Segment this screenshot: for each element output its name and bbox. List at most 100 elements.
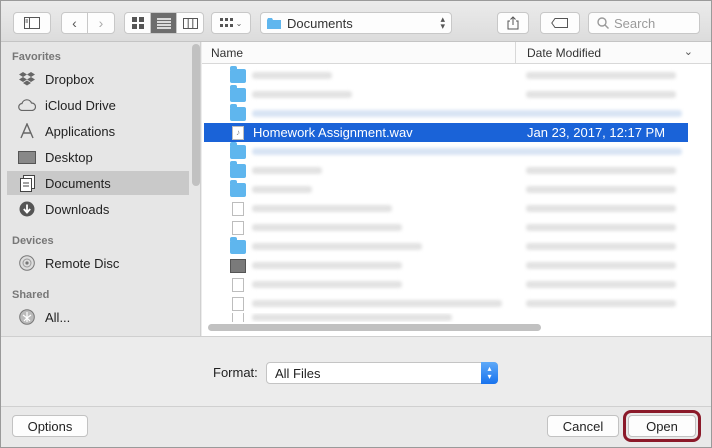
file-date-modified: Jan 23, 2017, 12:17 PM [527, 125, 666, 140]
blurred-date [526, 243, 676, 250]
blurred-date [526, 205, 676, 212]
chevron-down-icon: ⌄ [683, 46, 693, 58]
cloud-icon [18, 96, 36, 114]
file-row[interactable] [204, 179, 688, 199]
file-row[interactable] [204, 84, 688, 104]
document-icon [232, 201, 244, 216]
blurred-date [526, 300, 676, 307]
file-row[interactable] [204, 199, 688, 218]
sidebar: Favorites Dropbox iCloud Drive Applicati… [1, 42, 201, 336]
file-row[interactable] [204, 256, 688, 275]
sidebar-item-label: All... [45, 309, 71, 325]
blurred-filename [252, 205, 392, 212]
file-row[interactable] [204, 275, 688, 294]
blurred-filename [252, 300, 502, 307]
cancel-button[interactable]: Cancel [547, 415, 619, 437]
sidebar-item-documents[interactable]: Documents [7, 171, 189, 195]
columns-icon [182, 17, 198, 29]
file-row[interactable] [204, 141, 688, 161]
sidebar-item-applications[interactable]: Applications [7, 119, 189, 143]
sidebar-item-desktop[interactable]: Desktop [7, 145, 189, 169]
file-row[interactable] [204, 160, 688, 180]
sidebar-heading-devices: Devices [12, 235, 54, 247]
sidebar-item-icloud-drive[interactable]: iCloud Drive [7, 93, 189, 117]
blurred-filename [252, 167, 322, 174]
folder-icon [230, 179, 246, 197]
file-row[interactable] [204, 236, 688, 256]
file-row[interactable] [204, 294, 688, 313]
search-icon [597, 17, 609, 29]
chevron-right-icon: › [98, 15, 104, 31]
search-input[interactable] [614, 15, 694, 31]
share-button[interactable] [497, 12, 529, 34]
icon-view-button[interactable] [125, 13, 151, 33]
arrange-button[interactable]: ⌄ [211, 12, 251, 34]
file-row[interactable] [204, 65, 688, 85]
file-list: Name Date Modified ⌄ ♪ Homework Assignme… [202, 42, 711, 336]
sidebar-icon [24, 17, 40, 29]
file-row[interactable] [204, 218, 688, 237]
location-popup[interactable]: Documents ▴ ▾ [260, 12, 452, 34]
sidebar-item-label: Documents [45, 175, 111, 191]
arrange-grid-icon [219, 18, 233, 27]
folder-icon [230, 65, 246, 83]
applications-icon [18, 122, 36, 140]
blurred-filename [252, 262, 402, 269]
back-button[interactable]: ‹ [62, 13, 88, 33]
share-icon [507, 16, 519, 30]
column-header: Name Date Modified ⌄ [202, 42, 711, 64]
folder-icon [230, 103, 246, 121]
blurred-filename [252, 91, 352, 98]
format-value: All Files [275, 365, 321, 381]
options-button[interactable]: Options [12, 415, 88, 437]
column-view-button[interactable] [177, 13, 203, 33]
file-row[interactable] [204, 103, 688, 123]
sidebar-item-all-shared[interactable]: All... [7, 305, 189, 329]
blurred-date [526, 262, 676, 269]
network-icon [18, 308, 36, 326]
folder-icon [230, 236, 246, 254]
updown-chevron-icon: ▴ ▾ [440, 14, 445, 31]
sidebar-item-dropbox[interactable]: Dropbox [7, 67, 189, 91]
document-icon [232, 313, 244, 322]
chevron-left-icon: ‹ [72, 15, 77, 31]
column-header-date-modified[interactable]: Date Modified [527, 46, 601, 60]
open-button[interactable]: Open [628, 415, 696, 437]
blurred-filename [252, 72, 332, 79]
updown-chevron-icon: ▴ ▾ [481, 362, 498, 384]
tags-button[interactable] [540, 12, 580, 34]
grid-icon [131, 17, 144, 29]
sidebar-toggle-button[interactable] [13, 12, 51, 34]
column-header-name[interactable]: Name [211, 46, 243, 60]
audio-file-icon: ♪ [232, 125, 244, 140]
folder-icon [230, 84, 246, 102]
blurred-filename [252, 281, 402, 288]
sidebar-item-label: Downloads [45, 201, 110, 217]
blurred-date [526, 186, 676, 193]
search-field[interactable] [588, 12, 700, 34]
document-icon [232, 220, 244, 235]
format-select[interactable]: All Files ▴ ▾ [266, 362, 498, 384]
sidebar-item-downloads[interactable]: Downloads [7, 197, 189, 221]
sidebar-item-label: Applications [45, 123, 116, 139]
file-row[interactable] [204, 313, 688, 322]
document-icon [232, 296, 244, 311]
file-row-selected[interactable]: ♪ Homework Assignment.wav Jan 23, 2017, … [204, 123, 688, 142]
sidebar-scrollbar[interactable] [192, 44, 200, 186]
sidebar-item-remote-disc[interactable]: Remote Disc [7, 251, 189, 275]
forward-button[interactable]: › [88, 13, 114, 33]
list-view-button[interactable] [151, 13, 177, 33]
horizontal-scrollbar[interactable] [208, 324, 541, 331]
blurred-filename [252, 314, 452, 321]
open-file-dialog: ‹ › ⌄ Documents ▴ ▾ Search Favorites Dro… [0, 0, 712, 448]
blurred-filename [252, 148, 682, 155]
tag-icon [551, 18, 568, 28]
desktop-icon [18, 148, 36, 166]
column-divider [515, 42, 516, 64]
dropbox-icon [18, 70, 36, 88]
image-file-icon [230, 258, 246, 273]
file-name: Homework Assignment.wav [253, 125, 413, 140]
blurred-date [526, 281, 676, 288]
sidebar-item-label: Remote Disc [45, 255, 120, 271]
folder-icon [230, 141, 246, 159]
